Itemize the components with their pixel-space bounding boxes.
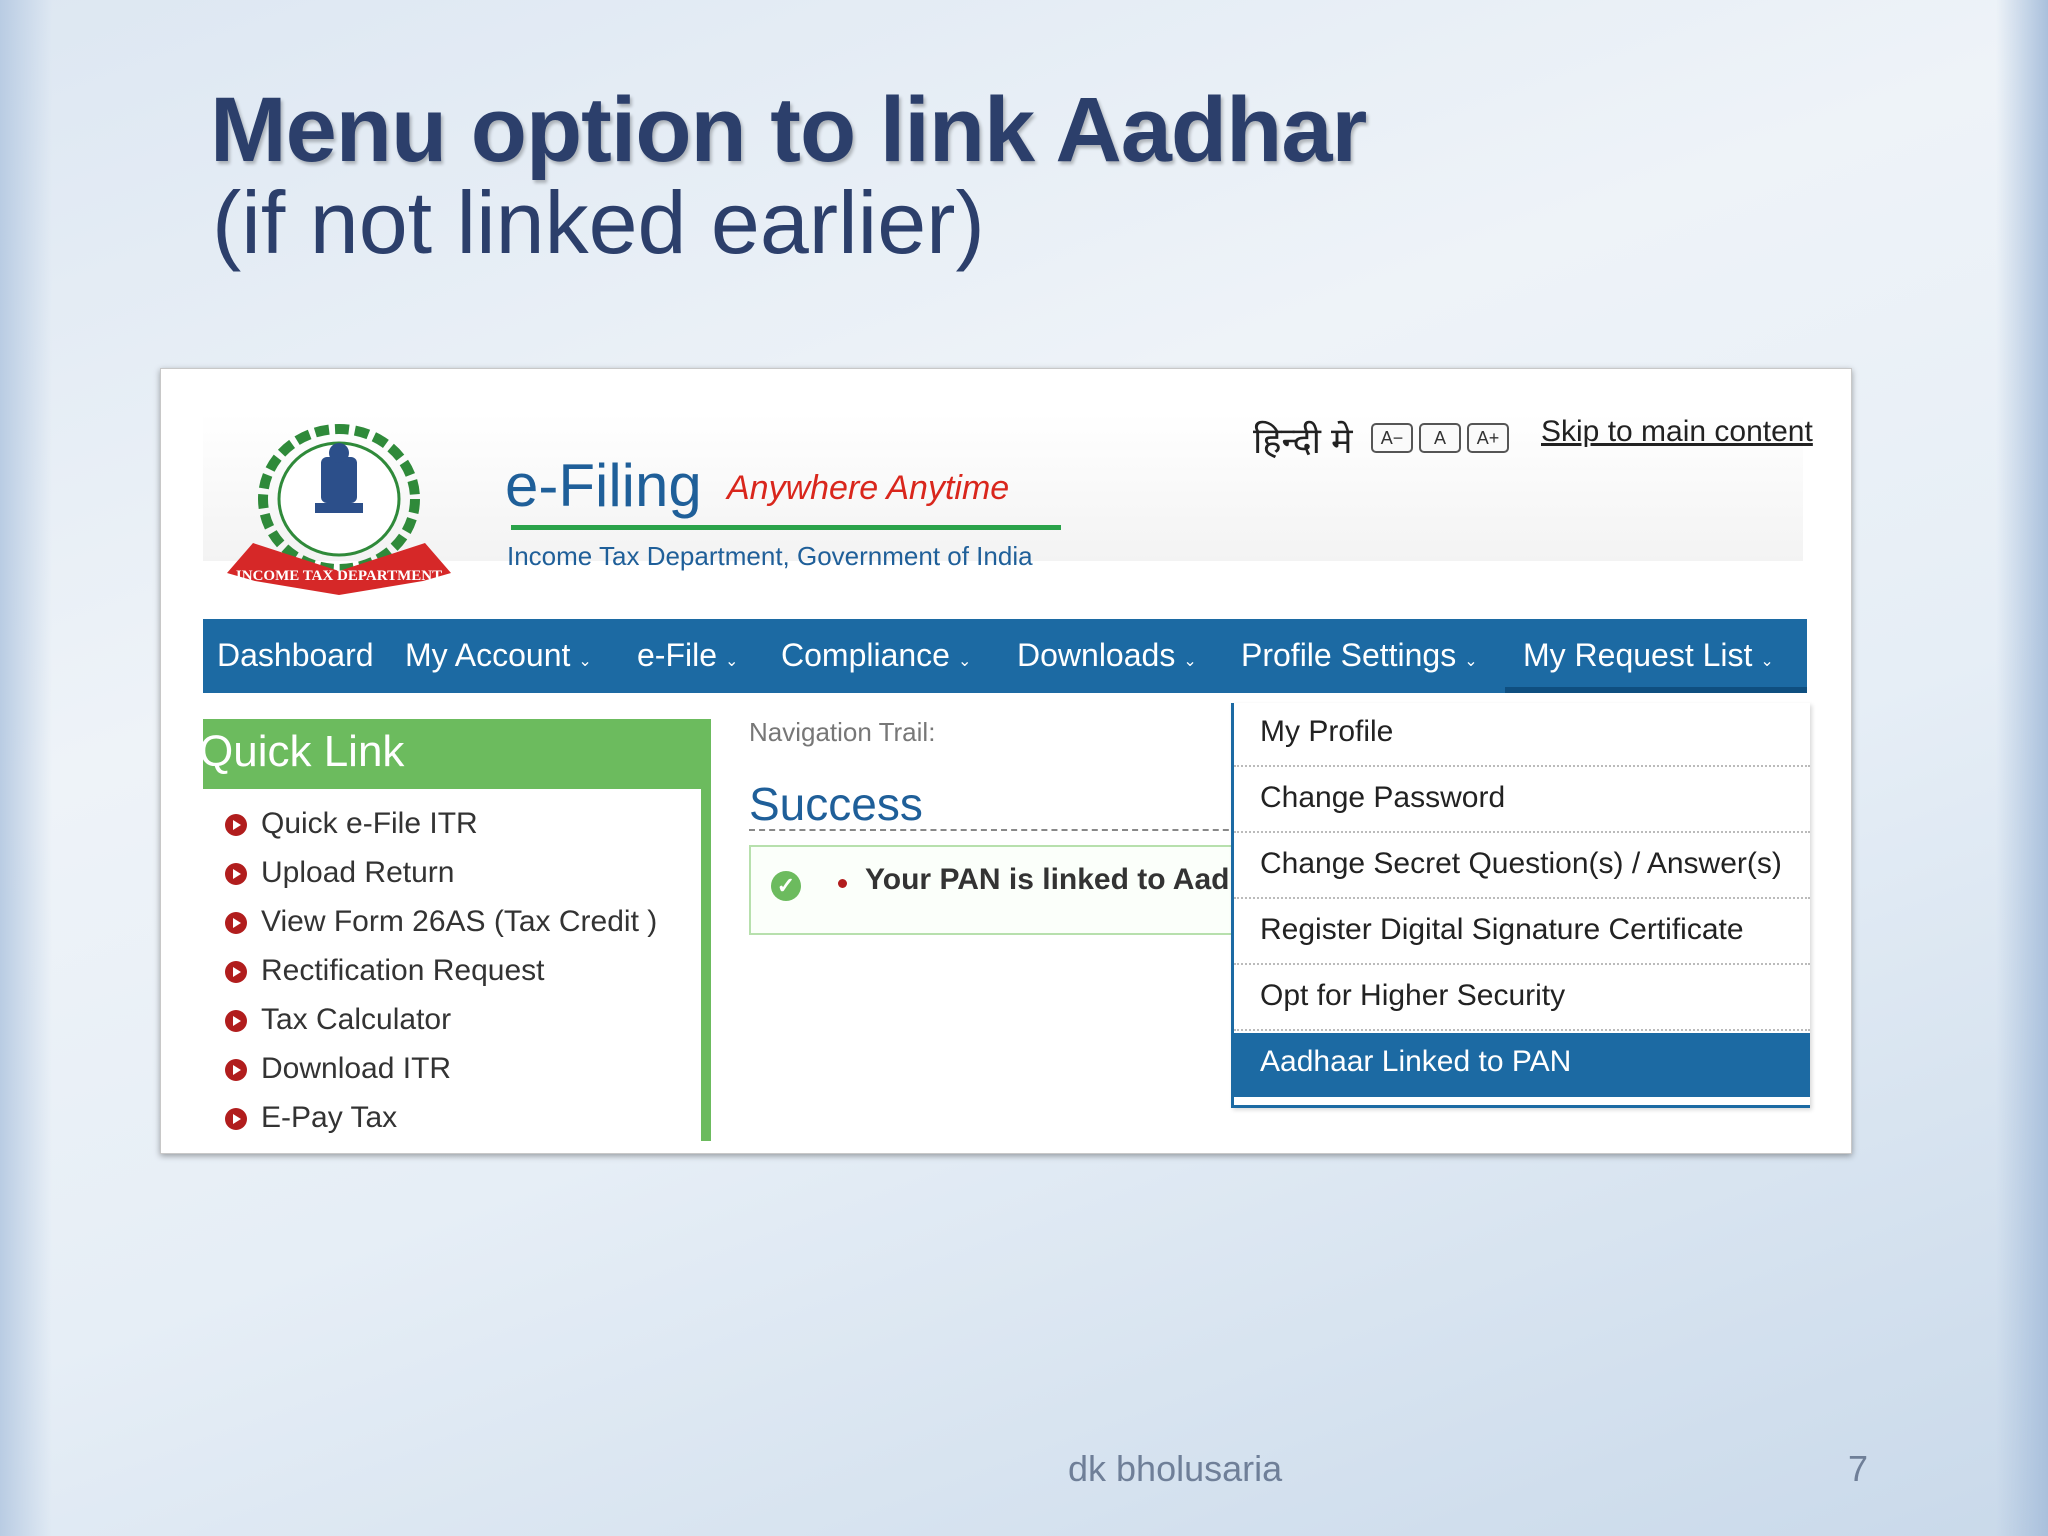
nav-profile-settings-label: Profile Settings [1241, 637, 1457, 673]
quick-link-label: E-Pay Tax [261, 1101, 398, 1134]
arrow-bullet-icon [225, 863, 247, 885]
navigation-trail: Navigation Trail: [749, 717, 936, 747]
profile-settings-dropdown: My Profile Change Password Change Secret… [1231, 703, 1810, 1108]
menu-item-change-secret-question[interactable]: Change Secret Question(s) / Answer(s) [1234, 835, 1810, 899]
quick-link-item[interactable]: Download ITR [225, 1052, 451, 1086]
success-message: Your PAN is linked to Aadhaar [865, 863, 1293, 896]
font-increase-button[interactable]: A+ [1467, 423, 1509, 453]
status-divider [749, 829, 1249, 831]
nav-compliance[interactable]: Compliance ⌄ [781, 637, 971, 674]
font-decrease-button[interactable]: A− [1371, 423, 1413, 453]
chevron-down-icon: ⌄ [578, 653, 592, 670]
nav-efile-label: e-File [637, 637, 718, 673]
arrow-bullet-icon [225, 912, 247, 934]
slide-edge-right [1996, 0, 2048, 1536]
nav-efile[interactable]: e-File ⌄ [637, 637, 738, 674]
quick-link-label: Rectification Request [261, 954, 545, 987]
menu-item-change-password[interactable]: Change Password [1234, 769, 1810, 833]
hindi-language-link[interactable]: हिन्दी मे [1253, 415, 1353, 464]
quick-link-label: Quick e-File ITR [261, 807, 478, 840]
slide-subtitle: (if not linked earlier) [212, 173, 985, 272]
nav-my-request-list-label: My Request List [1523, 637, 1753, 673]
quick-link-item[interactable]: Rectification Request [225, 954, 544, 988]
footer-author: dk bholusaria [1068, 1448, 1283, 1489]
brand-tagline: Anywhere Anytime [727, 469, 1010, 507]
menu-item-register-dsc[interactable]: Register Digital Signature Certificate [1234, 901, 1810, 965]
quick-link-label: View Form 26AS (Tax Credit ) [261, 905, 658, 938]
slide-page-number: 7 [1848, 1448, 1869, 1489]
status-title: Success [749, 778, 923, 830]
quick-link-item[interactable]: Quick e-File ITR [225, 807, 478, 841]
arrow-bullet-icon [225, 1010, 247, 1032]
department-name: Income Tax Department, Government of Ind… [507, 541, 1033, 571]
nav-compliance-label: Compliance [781, 637, 950, 673]
chevron-down-icon: ⌄ [1183, 653, 1197, 670]
quick-link-item[interactable]: Tax Calculator [225, 1003, 451, 1037]
quick-link-label: Tax Calculator [261, 1003, 452, 1036]
chevron-down-icon: ⌄ [1760, 653, 1774, 670]
quick-link-item[interactable]: E-Pay Tax [225, 1101, 397, 1135]
menu-item-my-profile[interactable]: My Profile [1234, 703, 1810, 767]
nav-dashboard[interactable]: Dashboard [217, 637, 374, 674]
arrow-bullet-icon [225, 814, 247, 836]
check-circle-icon: ✓ [771, 871, 801, 901]
bullet-dot-icon [838, 879, 847, 888]
nav-downloads-label: Downloads [1017, 637, 1176, 673]
efiling-brand: e-Filing [505, 452, 702, 519]
menu-item-higher-security[interactable]: Opt for Higher Security [1234, 967, 1810, 1031]
brand-underline [511, 525, 1061, 530]
nav-my-account-label: My Account [405, 637, 571, 673]
chevron-down-icon: ⌄ [957, 653, 972, 670]
slide-title: Menu option to link Aadhar [210, 79, 1367, 181]
slide-edge-left [0, 0, 52, 1536]
chevron-down-icon: ⌄ [725, 653, 739, 670]
quick-link-label: Download ITR [261, 1052, 452, 1085]
emblem-banner-text: INCOME TAX DEPARTMENT [236, 568, 442, 584]
screenshot-frame: INCOME TAX DEPARTMENT e-Filing Anywhere … [160, 368, 1852, 1154]
quick-link-label: Upload Return [261, 856, 455, 889]
nav-downloads[interactable]: Downloads ⌄ [1017, 637, 1197, 674]
quick-link-item[interactable]: Upload Return [225, 856, 454, 890]
nav-profile-settings[interactable]: Profile Settings ⌄ [1241, 637, 1478, 674]
menu-item-aadhaar-linked-to-pan[interactable]: Aadhaar Linked to PAN [1234, 1033, 1810, 1097]
nav-my-request-list[interactable]: My Request List ⌄ [1523, 637, 1774, 674]
font-normal-button[interactable]: A [1419, 423, 1461, 453]
nav-dashboard-label: Dashboard [217, 637, 374, 673]
quick-link-item[interactable]: View Form 26AS (Tax Credit ) [225, 905, 657, 939]
arrow-bullet-icon [225, 1108, 247, 1130]
chevron-down-icon: ⌄ [1464, 653, 1478, 670]
main-nav: Dashboard My Account ⌄ e-File ⌄ Compliance… [203, 619, 1807, 693]
quick-link-border [701, 789, 711, 1141]
nav-my-account[interactable]: My Account ⌄ [405, 637, 592, 674]
skip-to-content-link[interactable]: Skip to main content [1541, 415, 1813, 449]
income-tax-emblem-icon: INCOME TAX DEPARTMENT [227, 424, 451, 595]
arrow-bullet-icon [225, 1059, 247, 1081]
nav-active-indicator [1505, 687, 1807, 693]
arrow-bullet-icon [225, 961, 247, 983]
quick-link-title: Quick Link [199, 727, 405, 776]
